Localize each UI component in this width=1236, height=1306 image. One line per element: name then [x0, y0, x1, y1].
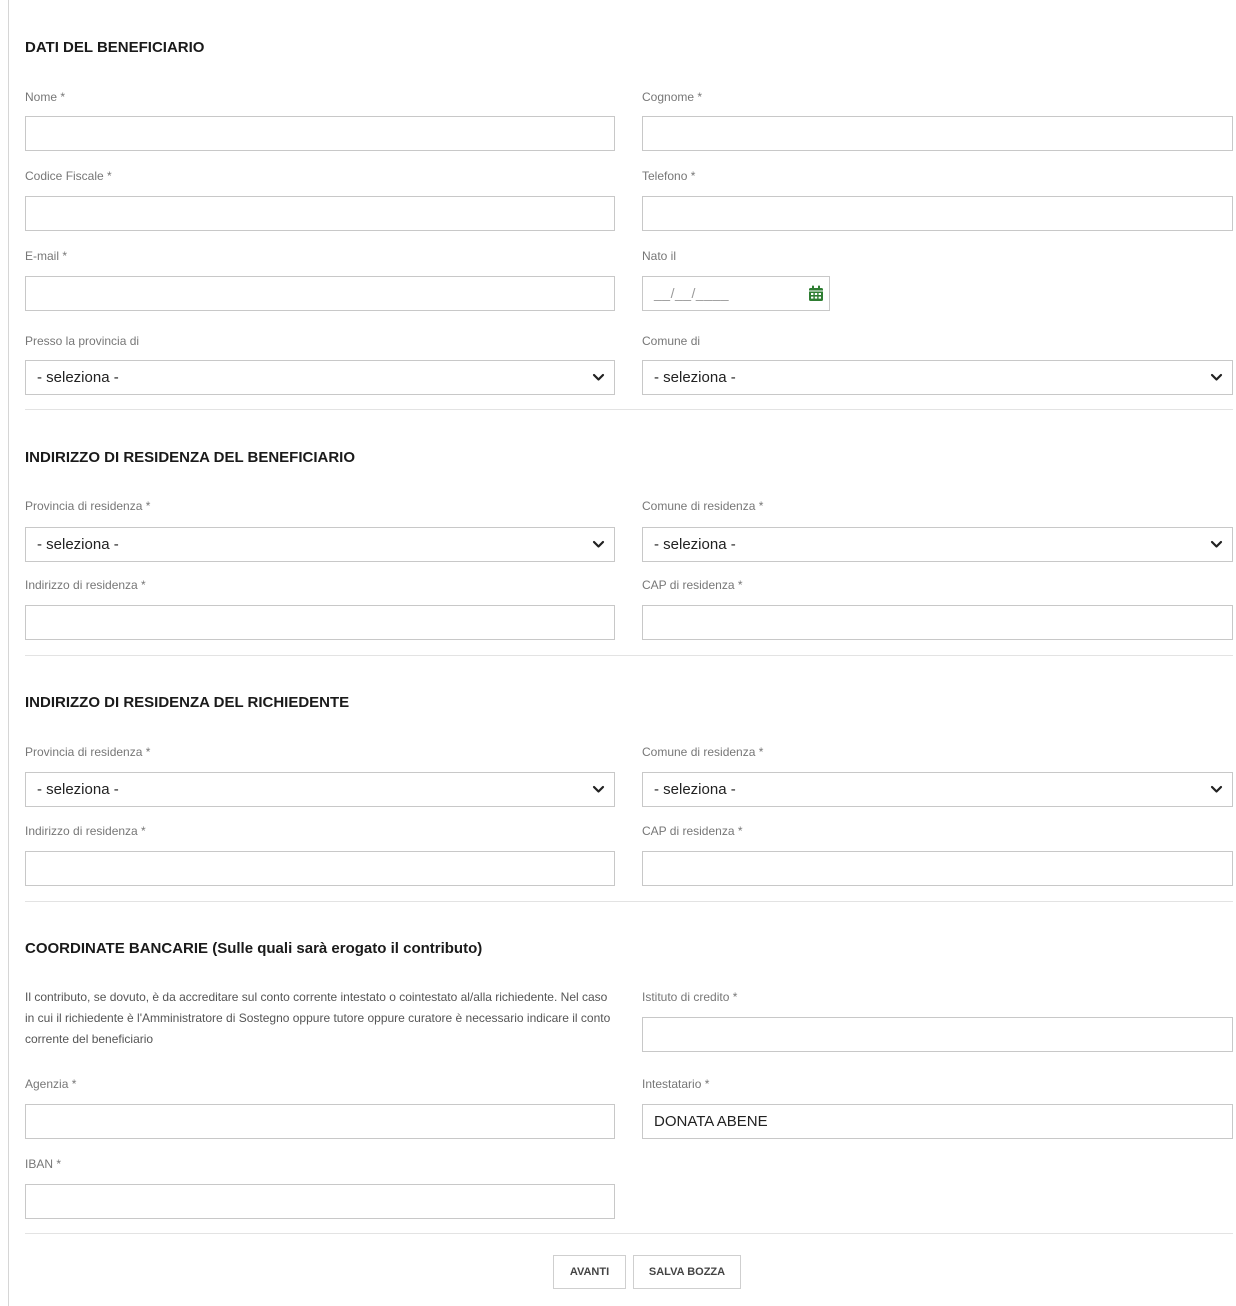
provincia-select[interactable]: - seleziona - — [25, 360, 615, 395]
calendar-icon[interactable] — [808, 285, 824, 302]
cognome-input[interactable] — [642, 116, 1233, 151]
iban-label: IBAN * — [25, 1157, 62, 1171]
provincia-label: Presso la provincia di — [25, 334, 140, 348]
chevron-down-icon — [1210, 785, 1223, 793]
chevron-down-icon — [1210, 373, 1223, 381]
provincia-select-value: - seleziona - — [37, 369, 119, 386]
email-label: E-mail * — [25, 249, 68, 263]
indirizzo-residenza-beneficiario-input[interactable] — [25, 605, 615, 640]
comune-residenza-beneficiario-select[interactable]: - seleziona - — [642, 527, 1233, 562]
intestatario-input[interactable] — [642, 1104, 1233, 1139]
codice-fiscale-label: Codice Fiscale * — [25, 169, 112, 183]
indirizzo-residenza-label: Indirizzo di residenza * — [25, 824, 146, 838]
istituto-credito-label: Istituto di credito * — [642, 990, 738, 1004]
telefono-input[interactable] — [642, 196, 1233, 231]
telefono-label: Telefono * — [642, 169, 696, 183]
iban-input[interactable] — [25, 1184, 615, 1219]
select-value: - seleziona - — [654, 781, 736, 798]
chevron-down-icon — [1210, 540, 1223, 548]
cognome-label: Cognome * — [642, 90, 703, 104]
nome-input[interactable] — [25, 116, 615, 151]
date-mask: __/__/____ — [654, 285, 730, 301]
section-divider — [25, 1233, 1233, 1234]
select-value: - seleziona - — [37, 536, 119, 553]
comune-residenza-label: Comune di residenza * — [642, 499, 764, 513]
chevron-down-icon — [592, 540, 605, 548]
intestatario-label: Intestatario * — [642, 1077, 710, 1091]
cap-residenza-richiedente-input[interactable] — [642, 851, 1233, 886]
nato-il-date-input[interactable]: __/__/____ — [642, 276, 830, 311]
indirizzo-residenza-label: Indirizzo di residenza * — [25, 578, 146, 592]
chevron-down-icon — [592, 785, 605, 793]
istituto-credito-input[interactable] — [642, 1017, 1233, 1052]
provincia-residenza-label: Provincia di residenza * — [25, 499, 151, 513]
provincia-residenza-label: Provincia di residenza * — [25, 745, 151, 759]
comune-select-value: - seleziona - — [654, 369, 736, 386]
cap-residenza-label: CAP di residenza * — [642, 824, 743, 838]
avanti-button[interactable]: AVANTI — [553, 1255, 626, 1289]
select-value: - seleziona - — [37, 781, 119, 798]
left-border — [8, 0, 9, 1306]
section-title-coordinate-bancarie: COORDINATE BANCARIE (Sulle quali sarà er… — [25, 940, 483, 957]
codice-fiscale-input[interactable] — [25, 196, 615, 231]
section-divider — [25, 901, 1233, 902]
indirizzo-residenza-richiedente-input[interactable] — [25, 851, 615, 886]
cap-residenza-beneficiario-input[interactable] — [642, 605, 1233, 640]
comune-residenza-label: Comune di residenza * — [642, 745, 764, 759]
agenzia-input[interactable] — [25, 1104, 615, 1139]
section-divider — [25, 409, 1233, 410]
provincia-residenza-beneficiario-select[interactable]: - seleziona - — [25, 527, 615, 562]
cap-residenza-label: CAP di residenza * — [642, 578, 743, 592]
select-value: - seleziona - — [654, 536, 736, 553]
nato-il-label: Nato il — [642, 249, 677, 263]
bank-info-note: Il contributo, se dovuto, è da accredita… — [25, 990, 611, 1046]
agenzia-label: Agenzia * — [25, 1077, 77, 1091]
comune-residenza-richiedente-select[interactable]: - seleziona - — [642, 772, 1233, 807]
salva-bozza-button[interactable]: SALVA BOZZA — [633, 1255, 741, 1289]
section-title-beneficiario: DATI DEL BENEFICIARIO — [25, 39, 205, 56]
section-title-residenza-beneficiario: INDIRIZZO DI RESIDENZA DEL BENEFICIARIO — [25, 449, 356, 466]
comune-label: Comune di — [642, 334, 701, 348]
provincia-residenza-richiedente-select[interactable]: - seleziona - — [25, 772, 615, 807]
comune-select[interactable]: - seleziona - — [642, 360, 1233, 395]
section-divider — [25, 655, 1233, 656]
chevron-down-icon — [592, 373, 605, 381]
email-input[interactable] — [25, 276, 615, 311]
section-title-residenza-richiedente: INDIRIZZO DI RESIDENZA DEL RICHIEDENTE — [25, 694, 350, 711]
nome-label: Nome * — [25, 90, 66, 104]
